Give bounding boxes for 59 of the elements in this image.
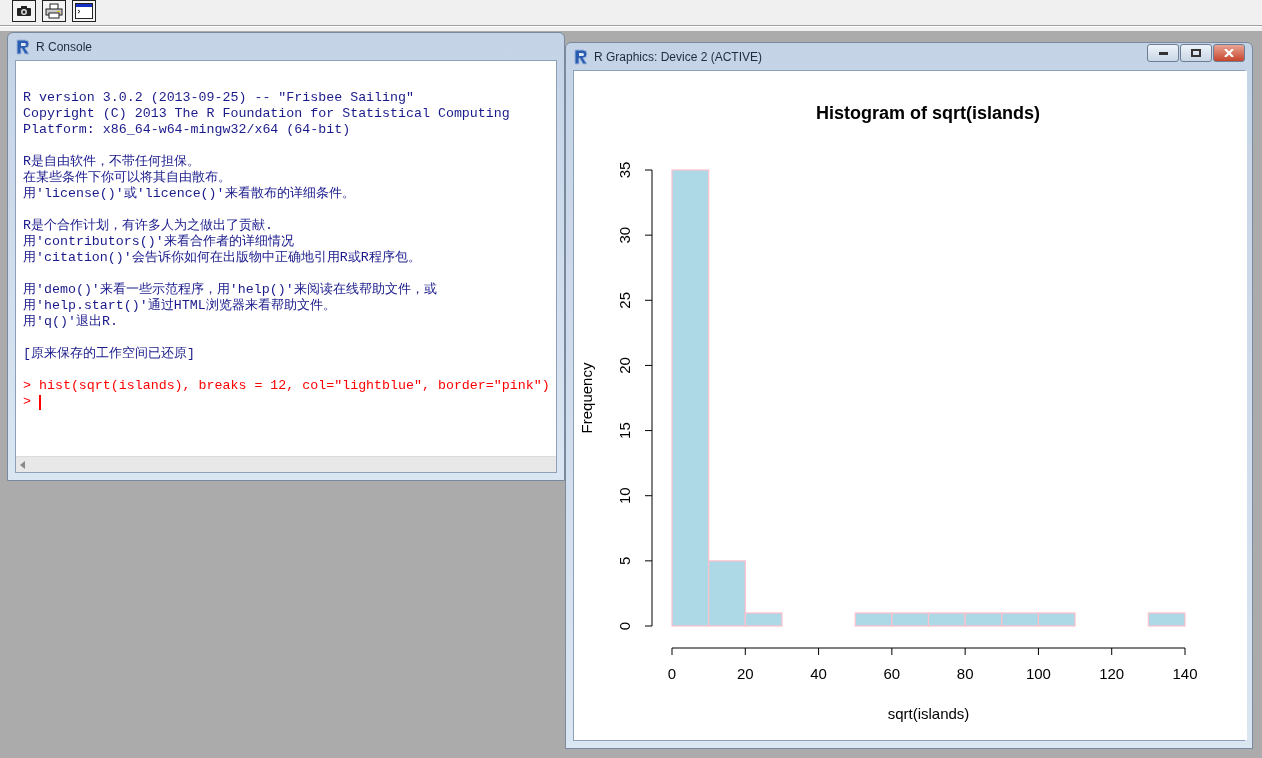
horizontal-scrollbar[interactable] bbox=[16, 456, 556, 472]
restore-button[interactable] bbox=[1180, 44, 1212, 62]
minimize-button[interactable] bbox=[1147, 44, 1179, 62]
console-output-line: Platform: x86_64-w64-mingw32/x64 (64-bit) bbox=[23, 122, 351, 138]
histogram-bar bbox=[927, 612, 966, 627]
histogram-bar bbox=[854, 612, 893, 627]
close-button[interactable] bbox=[1213, 44, 1245, 62]
console-prompt: > bbox=[23, 394, 31, 410]
x-tick-label: 100 bbox=[1025, 665, 1051, 682]
x-tick-label: 40 bbox=[810, 665, 827, 682]
x-axis-label: sqrt(islands) bbox=[887, 705, 970, 722]
close-icon bbox=[1224, 49, 1234, 57]
console-output-line: 用'license()'或'licence()'来看散布的详细条件。 bbox=[23, 186, 355, 202]
x-tick-label: 60 bbox=[883, 665, 901, 682]
printer-icon bbox=[45, 3, 63, 19]
window-title: R Graphics: Device 2 (ACTIVE) bbox=[594, 49, 763, 64]
y-tick-label: 0 bbox=[616, 621, 633, 631]
y-tick-label: 35 bbox=[616, 161, 633, 179]
histogram-bar bbox=[1147, 612, 1186, 627]
y-tick-label: 15 bbox=[616, 422, 633, 439]
console-output-line: 用'contributors()'来看合作者的详细情况 bbox=[23, 234, 294, 250]
restore-icon bbox=[1191, 49, 1201, 57]
console-output-line: R是自由软件，不带任何担保。 bbox=[23, 154, 200, 170]
console-output-line: 用'demo()'来看一些示范程序，用'help()'来阅读在线帮助文件，或 bbox=[23, 282, 437, 298]
chart-title: Histogram of sqrt(islands) bbox=[816, 103, 1040, 123]
y-tick-label: 30 bbox=[616, 226, 633, 244]
scroll-left-icon bbox=[20, 460, 25, 469]
x-tick-label: 140 bbox=[1172, 665, 1198, 682]
histogram-bar bbox=[1001, 612, 1040, 627]
y-tick-label: 25 bbox=[616, 291, 633, 309]
r-logo-icon bbox=[573, 48, 589, 65]
minimize-icon bbox=[1158, 51, 1168, 55]
window-title: R Console bbox=[36, 39, 93, 54]
console-output-line: R version 3.0.2 (2013-09-25) -- "Frisbee Sailing" bbox=[23, 90, 414, 106]
printer-button[interactable] bbox=[42, 0, 66, 22]
console-button[interactable] bbox=[72, 0, 96, 22]
x-tick-label: 120 bbox=[1099, 665, 1125, 682]
histogram-bar bbox=[964, 612, 1003, 627]
x-tick-label: 20 bbox=[736, 665, 754, 682]
camera-icon bbox=[16, 5, 32, 17]
y-axis-label: Frequency bbox=[578, 362, 595, 434]
console-output-line: [原来保存的工作空间已还原] bbox=[23, 346, 195, 362]
x-tick-label: 0 bbox=[667, 665, 677, 682]
camera-button[interactable] bbox=[12, 0, 36, 22]
y-tick-label: 10 bbox=[616, 487, 633, 505]
console-output-line: Copyright (C) 2013 The R Foundation for Statistical Computing bbox=[23, 106, 510, 122]
console-output-line: 用'q()'退出R. bbox=[23, 314, 118, 330]
histogram-bar bbox=[891, 612, 930, 627]
console-output-line: 在某些条件下你可以将其自由散布。 bbox=[23, 170, 231, 186]
console-window-icon bbox=[75, 3, 93, 19]
x-tick-label: 80 bbox=[956, 665, 974, 682]
histogram-bar bbox=[1037, 612, 1076, 627]
y-tick-label: 5 bbox=[616, 556, 633, 566]
r-logo-icon bbox=[15, 38, 31, 55]
y-tick-label: 20 bbox=[616, 357, 633, 374]
console-command-line: > hist(sqrt(islands), breaks = 12, col="lightblue", border="pink") bbox=[23, 378, 550, 394]
console-output-line: 用'help.start()'通过HTML浏览器来看帮助文件。 bbox=[23, 298, 336, 314]
console-output-line: 用'citation()'会告诉你如何在出版物中正确地引用R或R程序包。 bbox=[23, 250, 421, 266]
console-output-line: R是个合作计划，有许多人为之做出了贡献. bbox=[23, 218, 273, 234]
